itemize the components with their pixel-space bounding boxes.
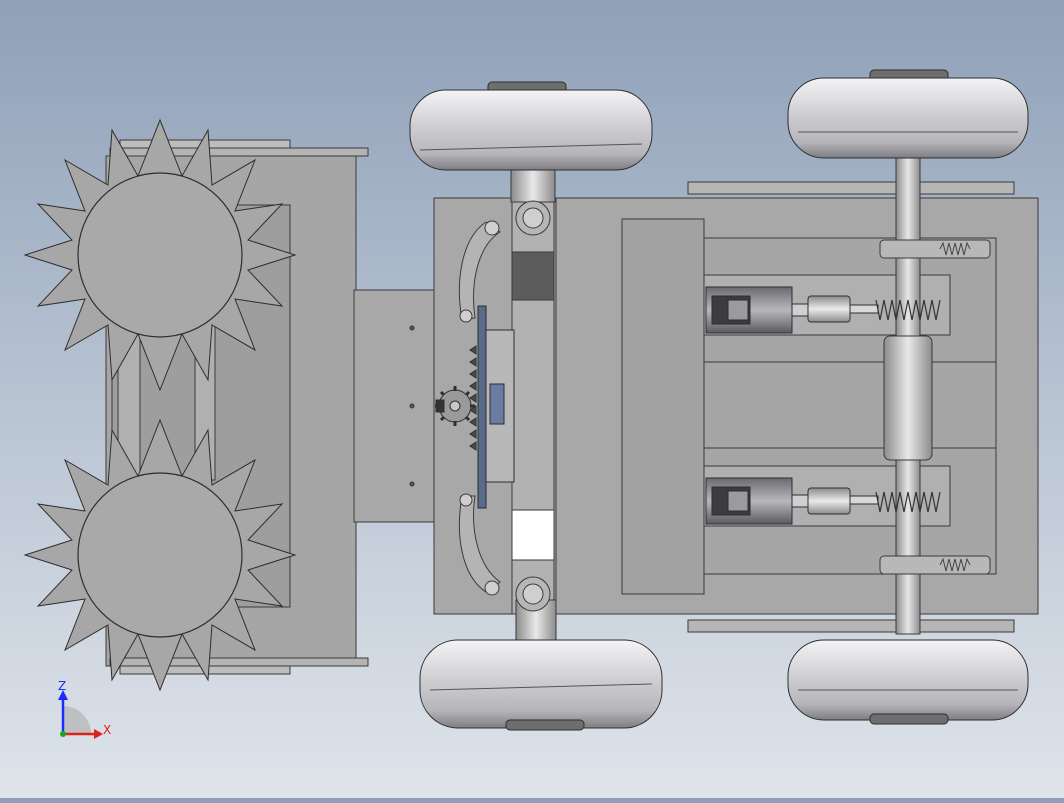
rack-bar [477,305,487,509]
tire-icon [409,89,653,171]
tire-icon [419,639,663,729]
spiked-roller-bottom [23,418,297,692]
coordinate-triad: Z X [58,679,111,739]
tire-icon [787,639,1029,721]
spiked-roller-top [23,118,297,392]
tire-front-top [409,81,653,171]
y-axis-dot [60,731,66,737]
assembly-drawing: Z X [23,69,1039,739]
x-axis-label: X [103,723,111,737]
cad-viewport[interactable]: Z X [0,0,1064,798]
z-axis-label: Z [58,679,66,693]
tire-rear-bottom [787,639,1029,725]
front-axle-column [510,169,557,643]
tire-icon [787,77,1029,159]
tire-rear-top [787,69,1029,159]
tire-front-bottom [419,639,663,731]
white-block [511,509,555,561]
dark-block [511,251,555,301]
steering-plate [353,289,437,523]
